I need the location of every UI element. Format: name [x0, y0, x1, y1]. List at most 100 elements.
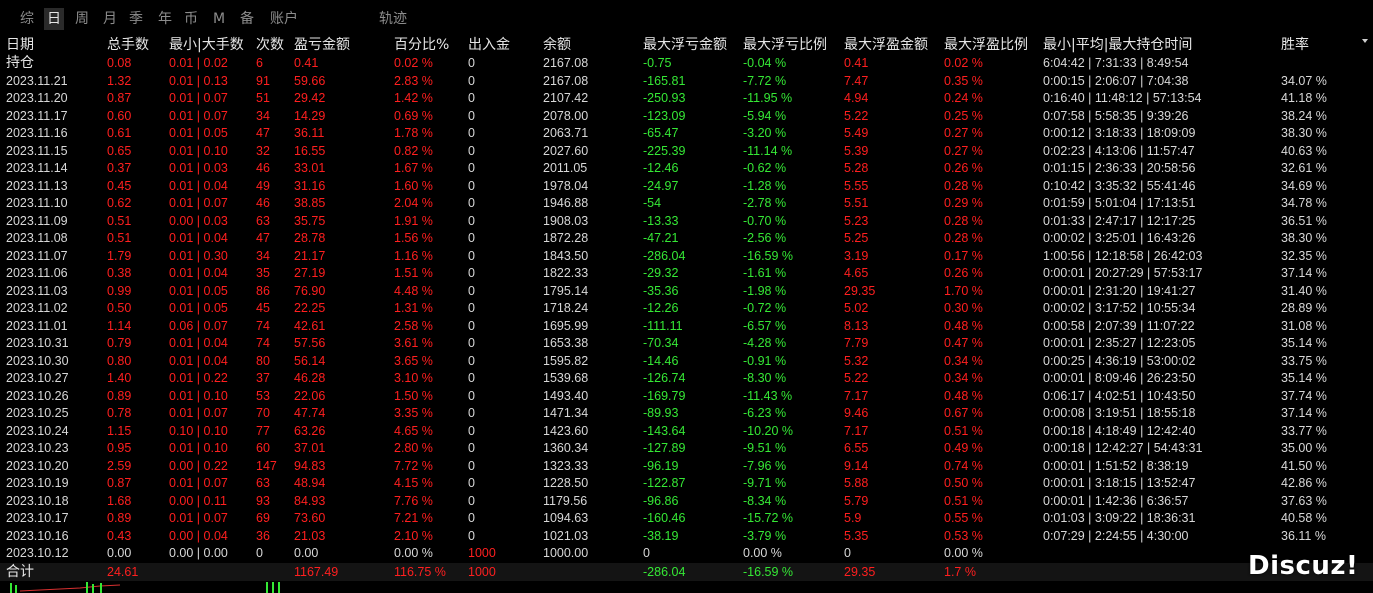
- column-header-min-max-lots[interactable]: 最小|大手数: [169, 35, 244, 55]
- cell-max-float-loss: -29.32: [643, 266, 679, 280]
- table-row[interactable]: 2023.10.25 0.78 0.01 | 0.07 70 47.74 3.35 % 0 1…: [0, 405, 1373, 423]
- tab-8[interactable]: 备: [240, 8, 254, 30]
- cell-max-float-profit-pct: 0.53 %: [944, 528, 983, 543]
- cell-date: 2023.10.30: [6, 353, 69, 368]
- cell-max-float-loss-pct: -16.59 %: [743, 248, 794, 263]
- table-row[interactable]: 2023.10.16 0.43 0.00 | 0.04 36 21.03 2.10 % 0 1…: [0, 528, 1373, 546]
- table-row[interactable]: 2023.10.19 0.87 0.01 | 0.07 63 48.94 4.15 % 0 1…: [0, 475, 1373, 493]
- cell-deposit: 1000: [468, 546, 496, 560]
- tab-10[interactable]: 轨迹: [379, 8, 407, 30]
- tab-6[interactable]: 币: [184, 8, 198, 30]
- table-row[interactable]: 2023.10.23 0.95 0.01 | 0.10 60 37.01 2.80 % 0 1…: [0, 440, 1373, 458]
- cell-max-float-profit-pct: 0.51 %: [944, 493, 983, 508]
- cell-balance: 1360.34: [543, 441, 589, 455]
- table-row[interactable]: 2023.10.24 1.15 0.10 | 0.10 77 63.26 4.65 % 0 1…: [0, 423, 1373, 441]
- table-row[interactable]: 2023.10.26 0.89 0.01 | 0.10 53 22.06 1.50 % 0 1…: [0, 388, 1373, 406]
- cell-max-float-loss: -96.19: [643, 458, 679, 473]
- table-row[interactable]: 2023.11.03 0.99 0.01 | 0.05 86 76.90 4.48 % 0 1…: [0, 283, 1373, 301]
- cell-max-float-profit: 7.17: [844, 388, 869, 403]
- cell-min-max-lots: 0.00 | 0.04: [169, 528, 228, 543]
- table-row[interactable]: 2023.11.07 1.79 0.01 | 0.30 34 21.17 1.16 % 0 1…: [0, 248, 1373, 266]
- cell-balance: 2063.71: [543, 126, 589, 140]
- cell-balance: 1822.33: [543, 266, 589, 280]
- column-header-date[interactable]: 日期: [6, 35, 34, 55]
- column-header-deposit[interactable]: 出入金: [468, 35, 510, 55]
- table-row[interactable]: 2023.11.16 0.61 0.01 | 0.05 47 36.11 1.78 % 0 2…: [0, 125, 1373, 143]
- cell-pnl: 38.85: [294, 196, 326, 210]
- cell-percent: 1.31 %: [394, 301, 433, 315]
- column-header-total-lots[interactable]: 总手数: [107, 35, 149, 55]
- cell-max-float-loss: -111.11: [643, 318, 683, 333]
- table-row[interactable]: 2023.11.17 0.60 0.01 | 0.07 34 14.29 0.69 % 0 2…: [0, 108, 1373, 126]
- cell-deposit: 0: [468, 301, 475, 315]
- cell-total-lots: 0.79: [107, 336, 132, 350]
- cell-max-float-profit-pct: 0.47 %: [944, 336, 983, 350]
- table-row[interactable]: 2023.10.20 2.59 0.00 | 0.22 147 94.83 7.72 % 0…: [0, 458, 1373, 476]
- table-row[interactable]: 2023.11.14 0.37 0.01 | 0.03 46 33.01 1.67 % 0 2…: [0, 160, 1373, 178]
- tab-0[interactable]: 综: [20, 8, 34, 30]
- column-header-percent[interactable]: 百分比%: [394, 35, 449, 55]
- tab-4[interactable]: 季: [129, 8, 143, 30]
- column-header-max-float-profit-pct[interactable]: 最大浮盈比例: [944, 35, 1028, 55]
- cell-hold-time: 6:04:42 | 7:31:33 | 8:49:54: [1043, 56, 1189, 70]
- cell-min-max-lots: 0.01 | 0.07: [169, 406, 228, 420]
- table-row[interactable]: 2023.10.17 0.89 0.01 | 0.07 69 73.60 7.21 % 0 1…: [0, 510, 1373, 528]
- column-header-max-float-loss-pct[interactable]: 最大浮亏比例: [743, 35, 827, 55]
- cell-count: 35: [256, 266, 270, 280]
- table-row[interactable]: 2023.11.09 0.51 0.00 | 0.03 63 35.75 1.91 % 0 1…: [0, 213, 1373, 231]
- tab-2[interactable]: 周: [75, 8, 89, 30]
- cell-hold-time: 0:00:08 | 3:19:51 | 18:55:18: [1043, 406, 1196, 420]
- tab-7[interactable]: M: [213, 8, 225, 30]
- table-row[interactable]: 2023.10.27 1.40 0.01 | 0.22 37 46.28 3.10 % 0 1…: [0, 370, 1373, 388]
- table-row[interactable]: 2023.11.10 0.62 0.01 | 0.07 46 38.85 2.04 % 0 1…: [0, 195, 1373, 213]
- table-row[interactable]: 2023.11.01 1.14 0.06 | 0.07 74 42.61 2.58 % 0 1…: [0, 318, 1373, 336]
- cell-max-float-profit: 5.51: [844, 196, 869, 210]
- table-row[interactable]: 2023.10.12 0.00 0.00 | 0.00 0 0.00 0.00 % 1000…: [0, 545, 1373, 563]
- cell-max-float-loss: -47.21: [643, 231, 679, 245]
- table-row[interactable]: 2023.11.15 0.65 0.01 | 0.10 32 16.55 0.82 % 0 2…: [0, 143, 1373, 161]
- cell-deposit: 0: [468, 126, 475, 140]
- cell-max-float-profit: 4.94: [844, 91, 869, 105]
- cell-pnl: 94.83: [294, 458, 326, 473]
- cell-win-rate: 32.35 %: [1281, 248, 1327, 263]
- table-row[interactable]: 2023.10.18 1.68 0.00 | 0.11 93 84.93 7.76 % 0 1…: [0, 493, 1373, 511]
- cell-pnl: 84.93: [294, 493, 326, 508]
- cell-min-max-lots: 0.01 | 0.03: [169, 161, 228, 175]
- cell-max-float-loss-pct: -15.72 %: [743, 511, 794, 525]
- table-row[interactable]: 2023.10.30 0.80 0.01 | 0.04 80 56.14 3.65 % 0 1…: [0, 353, 1373, 371]
- column-header-win-rate[interactable]: 胜率: [1281, 35, 1309, 55]
- tab-9[interactable]: 账户: [270, 8, 298, 30]
- cell-max-float-profit: 0: [844, 546, 851, 560]
- mini-chart-bar: [15, 585, 17, 593]
- column-header-max-float-profit[interactable]: 最大浮盈金额: [844, 35, 928, 55]
- column-header-max-float-loss[interactable]: 最大浮亏金额: [643, 35, 727, 55]
- table-row[interactable]: 2023.11.13 0.45 0.01 | 0.04 49 31.16 1.60 % 0 1…: [0, 178, 1373, 196]
- cell-min-max-lots: 0.01 | 0.04: [169, 336, 228, 350]
- table-row[interactable]: 2023.11.21 1.32 0.01 | 0.13 91 59.66 2.83 % 0 2…: [0, 73, 1373, 91]
- column-header-balance[interactable]: 余额: [543, 35, 571, 55]
- mini-chart-strip: [0, 581, 1373, 593]
- table-row[interactable]: 2023.11.06 0.38 0.01 | 0.04 35 27.19 1.51 % 0 1…: [0, 265, 1373, 283]
- table-row[interactable]: 2023.11.02 0.50 0.01 | 0.05 45 22.25 1.31 % 0 1…: [0, 300, 1373, 318]
- table-row[interactable]: 2023.11.20 0.87 0.01 | 0.07 51 29.42 1.42 % 0 2…: [0, 90, 1373, 108]
- cell-date: 2023.10.20: [6, 458, 69, 473]
- column-header-hold-time[interactable]: 最小|平均|最大持仓时间: [1043, 35, 1192, 55]
- cell-percent: 3.10 %: [394, 371, 433, 385]
- tab-5[interactable]: 年: [158, 8, 172, 30]
- cell-pnl: 42.61: [294, 318, 326, 333]
- column-header-count[interactable]: 次数: [256, 35, 284, 55]
- cell-pnl: 47.74: [294, 406, 326, 420]
- cell-total-lots: 0.87: [107, 476, 132, 490]
- tab-1[interactable]: 日: [44, 8, 64, 30]
- cell-max-float-profit-pct: 0.00 %: [944, 546, 983, 560]
- column-header-pnl[interactable]: 盈亏金额: [294, 35, 350, 55]
- table-row[interactable]: 2023.11.08 0.51 0.01 | 0.04 47 28.78 1.56 % 0 1…: [0, 230, 1373, 248]
- table-row[interactable]: 2023.10.31 0.79 0.01 | 0.04 74 57.56 3.61 % 0 1…: [0, 335, 1373, 353]
- cell-max-float-loss: -65.47: [643, 126, 679, 140]
- column-menu-icon[interactable]: [1362, 39, 1368, 43]
- cell-total-lots: 0.87: [107, 91, 132, 105]
- tab-3[interactable]: 月: [103, 8, 117, 30]
- cell-deposit: 0: [468, 511, 475, 525]
- table-row[interactable]: 持仓 0.08 0.01 | 0.02 6 0.41 0.02 % 0 2167.08 -0.7…: [0, 55, 1373, 73]
- cell-total-lots: 0.80: [107, 353, 132, 368]
